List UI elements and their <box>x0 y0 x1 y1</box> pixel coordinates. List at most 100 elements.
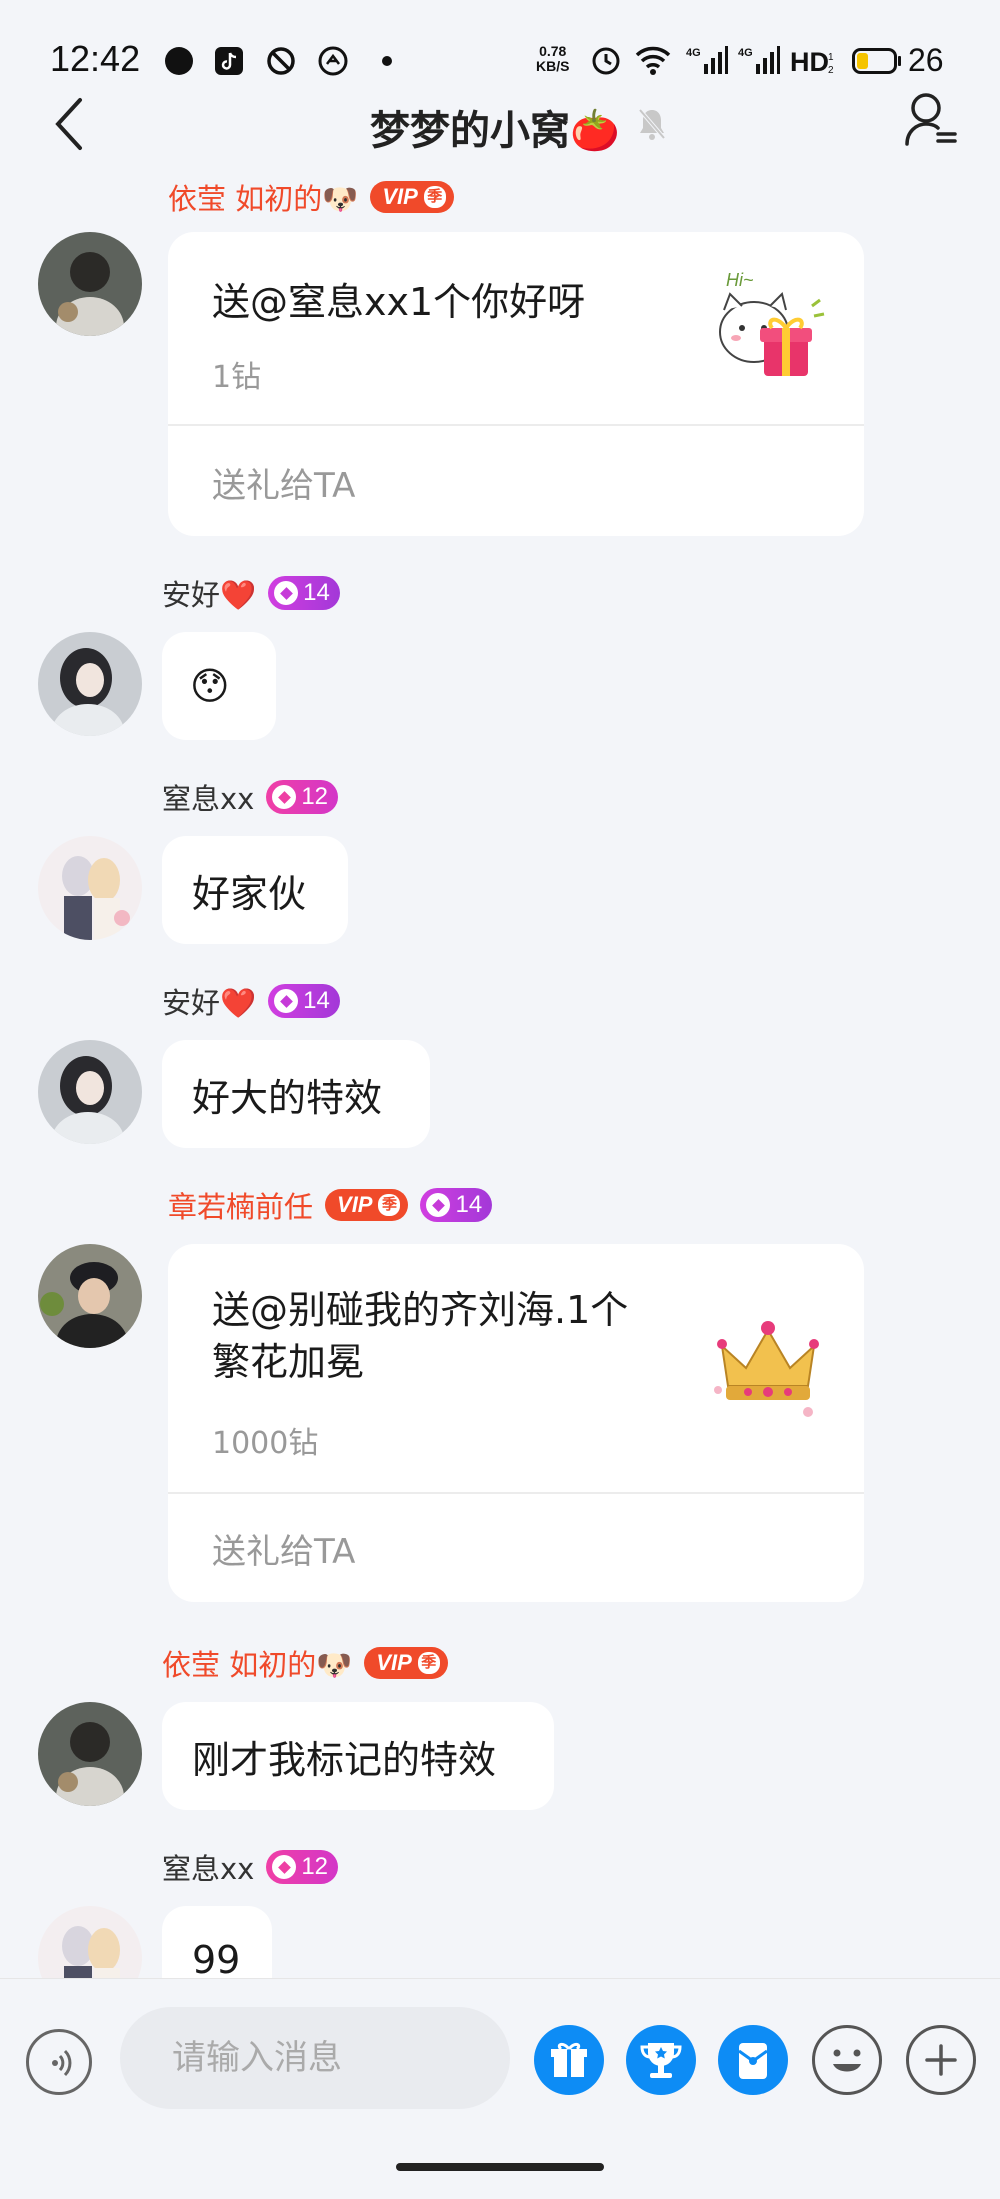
trophy-icon <box>640 2043 682 2078</box>
gift-message-card[interactable]: 送@别碰我的齐刘海.1个 繁花加冕 1000钻 送礼给TA <box>168 1244 864 1602</box>
level-value: 12 <box>301 1853 329 1880</box>
avatar[interactable] <box>38 1906 142 1978</box>
svg-text:2: 2 <box>828 65 834 76</box>
gift-button[interactable] <box>534 2025 604 2095</box>
more-actions-button[interactable] <box>906 2025 976 2095</box>
send-gift-button[interactable]: 送礼给TA <box>212 1524 355 1573</box>
message-text: 😯 <box>190 664 230 708</box>
sender-name[interactable]: 章若楠前任 <box>168 1184 313 1226</box>
red-packet-icon <box>738 2043 768 2079</box>
battery-icon <box>852 48 901 74</box>
diamond-icon <box>272 785 297 809</box>
sender-row: 章若楠前任 VIP 季 14 <box>168 1184 493 1226</box>
gift-card-divider <box>168 1492 864 1494</box>
avatar[interactable] <box>38 632 142 736</box>
message-list[interactable]: 依莹 如初的🐶 VIP 季 送@窒息xx1个你好呀 1钻 Hi~ 送礼给TA 安… <box>0 170 1000 1978</box>
sender-name[interactable]: 安好❤️ <box>162 572 256 614</box>
message-bubble[interactable]: 好家伙 <box>162 836 348 944</box>
level-value: 12 <box>301 783 329 810</box>
message-bubble[interactable]: 刚才我标记的特效 <box>162 1702 554 1810</box>
crown-gift-image <box>714 1321 819 1417</box>
diamond-icon <box>274 581 299 605</box>
gift-message-text-line-1: 送@别碰我的齐刘海.1个 <box>212 1288 629 1332</box>
back-arrow-icon[interactable] <box>50 94 90 154</box>
sender-name[interactable]: 安好❤️ <box>162 980 256 1022</box>
vip-season-label: 季 <box>423 186 446 208</box>
send-gift-button[interactable]: 送礼给TA <box>212 458 355 507</box>
level-badge: 14 <box>268 576 340 610</box>
vip-label: VIP <box>337 1192 373 1217</box>
message-input[interactable] <box>120 2007 510 2109</box>
vip-label: VIP <box>382 184 418 209</box>
sender-row: 安好❤️ 14 <box>162 572 340 614</box>
gift-price: 1000钻 <box>212 1426 319 1461</box>
svg-text:4G: 4G <box>738 47 753 59</box>
tiktok-icon <box>215 47 243 75</box>
svg-text:HD: HD <box>790 47 829 76</box>
ranking-button[interactable] <box>626 2025 696 2095</box>
avatar[interactable] <box>38 1244 142 1348</box>
sender-row: 窒息xx 12 <box>162 776 339 818</box>
group-members-icon[interactable] <box>904 90 958 150</box>
vip-badge: VIP 季 <box>325 1189 409 1221</box>
do-not-disturb-icon <box>267 47 295 75</box>
message-bubble[interactable]: 好大的特效 <box>162 1040 430 1148</box>
message-text: 99 <box>192 1938 241 1978</box>
level-value: 14 <box>303 987 330 1014</box>
gift-message-text-line-2: 繁花加冕 <box>212 1340 365 1384</box>
avatar[interactable] <box>38 836 142 940</box>
wifi-icon <box>635 46 671 75</box>
chat-screen: 12:42 0.78 KB/S 4G 4G HD 1 2 26 梦梦的小窝🍅 依莹 … <box>0 0 1000 2199</box>
sender-row: 依莹 如初的🐶 VIP 季 <box>168 176 454 218</box>
alarm-icon <box>592 47 620 75</box>
gift-message-card[interactable]: 送@窒息xx1个你好呀 1钻 Hi~ 送礼给TA <box>168 232 864 536</box>
avatar[interactable] <box>38 1040 142 1144</box>
voice-wave-icon <box>52 2049 72 2077</box>
input-bar <box>0 1978 1000 2199</box>
red-packet-button[interactable] <box>718 2025 788 2095</box>
svg-text:1: 1 <box>828 52 834 63</box>
vip-badge: VIP 季 <box>370 181 454 213</box>
vip-badge: VIP 季 <box>364 1647 448 1679</box>
sender-name[interactable]: 窒息xx <box>162 1846 254 1888</box>
sender-name[interactable]: 依莹 如初的🐶 <box>168 176 358 218</box>
message-bubble[interactable]: 99 <box>162 1906 272 1978</box>
signal-4g-icon-1: 4G <box>686 46 728 74</box>
network-speed: 0.78 KB/S <box>536 44 569 74</box>
sender-row: 依莹 如初的🐶 VIP 季 <box>162 1642 448 1684</box>
svg-text:4G: 4G <box>686 47 701 59</box>
chat-title: 梦梦的小窝🍅 <box>370 108 620 154</box>
hi-cat-gift-image: Hi~ <box>719 270 825 376</box>
diamond-icon <box>272 1855 297 1879</box>
gift-price: 1钻 <box>212 360 262 395</box>
sender-row: 窒息xx 12 <box>162 1846 339 1888</box>
avatar[interactable] <box>38 1702 142 1806</box>
message-bubble[interactable]: 😯 <box>162 632 276 740</box>
status-time: 12:42 <box>50 38 141 79</box>
level-badge: 12 <box>266 1850 339 1884</box>
level-value: 14 <box>303 579 330 606</box>
svg-text:Hi~: Hi~ <box>726 270 754 290</box>
gift-card-divider <box>168 424 864 426</box>
level-value: 14 <box>455 1191 483 1218</box>
avatar[interactable] <box>38 232 142 336</box>
hd-voice-icon: HD 1 2 <box>790 47 834 76</box>
network-speed-unit: KB/S <box>536 58 570 74</box>
sender-row: 安好❤️ 14 <box>162 980 340 1022</box>
voice-input-button[interactable] <box>26 2029 92 2095</box>
sender-name[interactable]: 依莹 如初的🐶 <box>162 1642 352 1684</box>
gift-message-text: 送@窒息xx1个你好呀 <box>212 280 586 324</box>
sender-name[interactable]: 窒息xx <box>162 776 254 818</box>
chat-bubble-icon <box>165 47 193 75</box>
signal-4g-icon-2: 4G <box>738 46 780 74</box>
emoji-button[interactable] <box>812 2025 882 2095</box>
muted-bell-icon <box>638 108 666 140</box>
app-notification-icon <box>318 46 348 76</box>
plus-icon <box>925 2044 957 2076</box>
message-text: 好家伙 <box>192 871 307 916</box>
diamond-icon <box>426 1193 451 1217</box>
vip-season-label: 季 <box>378 1194 401 1216</box>
home-indicator[interactable] <box>396 2163 604 2171</box>
battery-level: 26 <box>908 42 944 78</box>
smiley-icon <box>833 2049 861 2072</box>
